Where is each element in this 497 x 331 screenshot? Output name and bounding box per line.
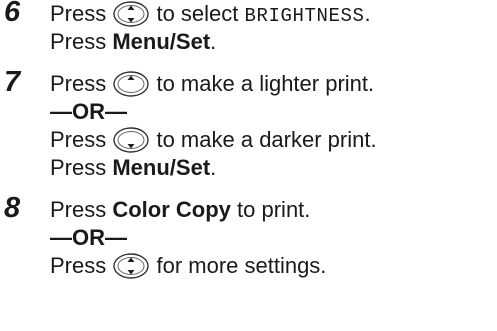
text: .	[210, 155, 217, 180]
step-6-line-2: Press Menu/Set.	[50, 28, 216, 56]
step-7-line-1: Press to make a lighter print.	[50, 70, 374, 98]
navigation-key-up-down-icon	[112, 252, 150, 280]
key-name: Color Copy	[112, 197, 231, 222]
text: Press	[50, 71, 113, 96]
key-name: Menu/Set	[112, 29, 211, 54]
step-8-line-1: Press Color Copy to print.	[50, 196, 310, 224]
text: for more settings.	[150, 253, 327, 278]
step-number: 8	[4, 192, 21, 224]
step-7-line-4: Press Menu/Set.	[50, 154, 216, 182]
or-separator: —OR—	[50, 225, 127, 250]
text: Press	[50, 29, 113, 54]
key-name: Menu/Set	[112, 155, 211, 180]
step-6-line-1: Press to select BRIGHTNESS.	[50, 0, 371, 28]
text: Press	[50, 197, 113, 222]
text: to select	[150, 1, 245, 26]
text: to make a lighter print.	[150, 71, 375, 96]
text: Press	[50, 1, 113, 26]
menu-option: BRIGHTNESS	[244, 5, 365, 27]
text: Press	[50, 253, 113, 278]
navigation-key-up-icon	[112, 70, 150, 98]
text: .	[210, 29, 217, 54]
step-number: 7	[4, 66, 21, 98]
navigation-key-down-icon	[112, 126, 150, 154]
text: Press	[50, 155, 113, 180]
manual-page: { "steps": [ { "number": "6", "lines": […	[0, 0, 497, 331]
step-8-line-3: Press for more settings.	[50, 252, 326, 280]
step-7-line-3: Press to make a darker print.	[50, 126, 377, 154]
step-number: 6	[4, 0, 21, 28]
text: to print.	[230, 197, 311, 222]
text: Press	[50, 127, 113, 152]
text: to make a darker print.	[150, 127, 377, 152]
or-separator: —OR—	[50, 99, 127, 124]
navigation-key-up-down-icon	[112, 0, 150, 28]
text: .	[364, 1, 371, 26]
